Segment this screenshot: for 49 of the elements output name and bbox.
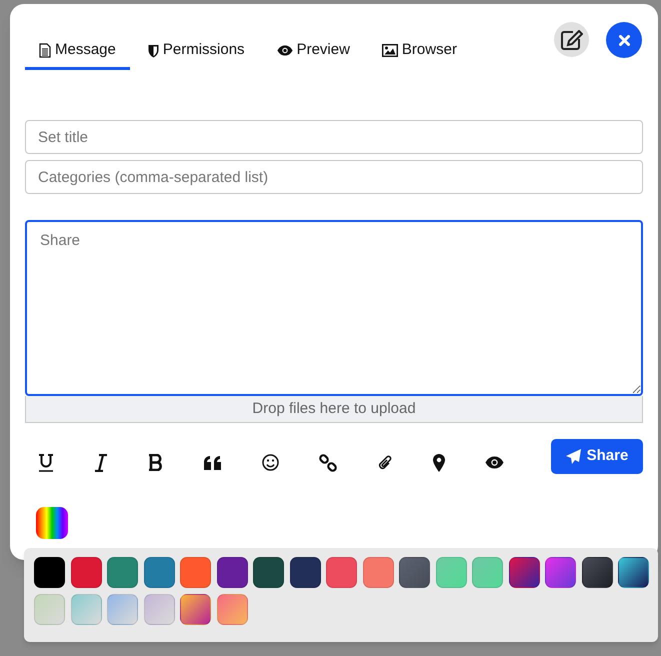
eye-icon[interactable] <box>485 456 504 469</box>
categories-field[interactable]: Categories (comma-separated list) <box>25 160 643 194</box>
tab[interactable]: Message <box>25 34 130 70</box>
color-swatch[interactable] <box>34 594 65 625</box>
color-swatch[interactable] <box>618 557 649 588</box>
color-swatch[interactable] <box>253 557 284 588</box>
underline-icon[interactable] <box>38 454 54 472</box>
edit-icon <box>560 30 582 50</box>
color-swatch[interactable] <box>290 557 320 588</box>
color-swatch[interactable] <box>216 557 248 588</box>
eye-icon <box>276 45 293 56</box>
link-icon[interactable] <box>319 454 337 472</box>
document-icon <box>39 43 51 58</box>
message-field[interactable]: Share <box>25 220 643 396</box>
share-button[interactable]: Share <box>551 439 643 474</box>
italic-icon[interactable] <box>94 454 108 472</box>
drop-zone[interactable]: Drop files here to upload <box>25 396 643 423</box>
title-field[interactable]: Set title <box>25 120 643 154</box>
color-swatch[interactable] <box>70 594 102 625</box>
tab[interactable]: Permissions <box>134 34 259 70</box>
color-swatch[interactable] <box>216 594 248 625</box>
color-swatch[interactable] <box>180 594 211 625</box>
paperclip-icon[interactable] <box>377 454 393 472</box>
color-swatch[interactable] <box>144 557 174 588</box>
color-picker-button[interactable] <box>36 507 68 539</box>
paper-plane-icon <box>566 449 581 464</box>
color-swatch[interactable] <box>70 557 102 588</box>
quote-icon[interactable] <box>204 456 222 470</box>
color-swatch[interactable] <box>436 557 466 588</box>
shield-icon <box>148 44 159 58</box>
image-icon <box>382 44 398 57</box>
color-swatch[interactable] <box>582 557 612 588</box>
color-swatch[interactable] <box>545 557 576 588</box>
color-swatch[interactable] <box>144 594 174 625</box>
bold-icon[interactable] <box>148 454 164 471</box>
tab[interactable]: Preview <box>262 34 364 70</box>
smiley-icon[interactable] <box>262 454 279 471</box>
color-swatch[interactable] <box>34 557 65 588</box>
color-swatch[interactable] <box>107 557 138 588</box>
close-icon <box>618 34 630 46</box>
map-pin-icon[interactable] <box>433 454 445 472</box>
color-swatch[interactable] <box>508 557 540 588</box>
color-swatch[interactable] <box>399 557 430 588</box>
color-swatch[interactable] <box>326 557 357 588</box>
color-swatch[interactable] <box>472 557 503 588</box>
tab[interactable]: Browser <box>368 34 471 70</box>
color-swatch[interactable] <box>107 594 138 625</box>
color-swatch[interactable] <box>180 557 211 588</box>
color-swatch[interactable] <box>362 557 394 588</box>
